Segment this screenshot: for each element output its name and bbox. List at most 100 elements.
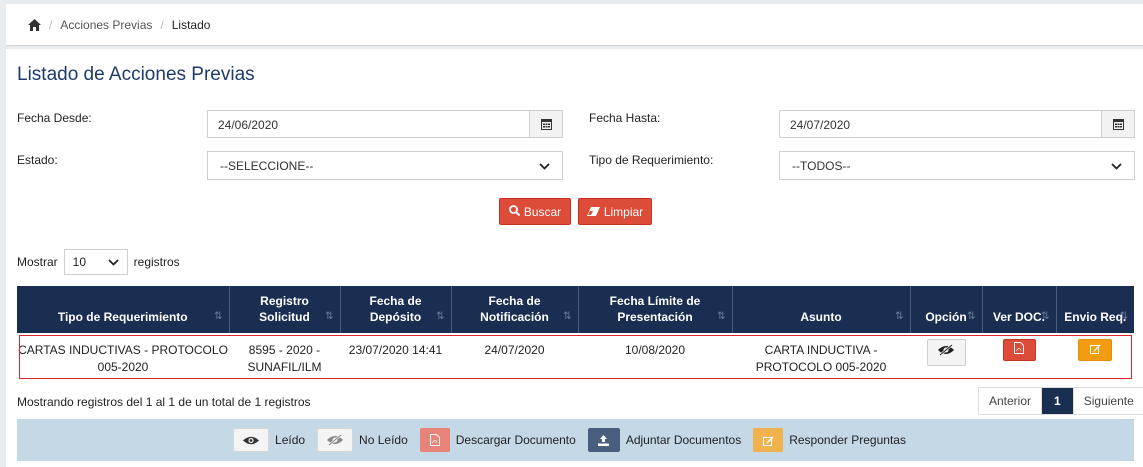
buscar-label: Buscar [523, 204, 562, 219]
eye-slash-icon [937, 344, 955, 361]
sort-icon: ⇅ [325, 311, 334, 322]
acciones-table: Tipo de Requerimiento ⇅ Registro Solicitu… [17, 286, 1134, 381]
eye-icon [233, 428, 270, 452]
breadcrumb-item-acciones[interactable]: Acciones Previas [60, 18, 152, 32]
registros-label: registros [133, 255, 180, 269]
col-tipo-requerimiento[interactable]: Tipo de Requerimiento ⇅ [17, 286, 230, 333]
responder-preguntas-button[interactable] [1078, 339, 1112, 361]
main-panel: Listado de Acciones Previas Fecha Desde:… [6, 49, 1143, 467]
pagination-prev[interactable]: Anterior [979, 388, 1043, 414]
sort-icon: ⇅ [436, 311, 445, 322]
header-label: Registro Solicitud [259, 294, 310, 324]
tipo-requerimiento-select[interactable]: --TODOS-- [779, 151, 1135, 180]
col-ver-doc[interactable]: Ver DOC. ⇅ [982, 286, 1057, 333]
table-row[interactable]: CARTAS INDUCTIVAS - PROTOCOLO 005-2020 8… [17, 333, 1134, 381]
chevron-down-icon [539, 159, 550, 173]
estado-select[interactable]: --SELECCIONE-- [207, 151, 563, 180]
legend-no-leido-label: No Leído [359, 433, 408, 447]
breadcrumb-item-listado: Listado [171, 17, 211, 32]
header-label: Opción [925, 310, 967, 324]
sort-icon: ⇅ [717, 311, 726, 322]
header-label: Fecha de Notificación [480, 294, 549, 324]
breadcrumb-bar: / Acciones Previas / Listado [6, 4, 1143, 46]
page-title: Listado de Acciones Previas [17, 64, 255, 85]
eye-slash-icon [317, 428, 354, 452]
estado-value: --SELECCIONE-- [220, 158, 314, 173]
col-asunto[interactable]: Asunto ⇅ [732, 286, 911, 333]
page-length-control: Mostrar 10 registros [17, 249, 180, 275]
fecha-hasta-value[interactable]: 24/07/2020 [780, 111, 1101, 137]
pdf-icon [419, 428, 450, 452]
legend-no-leido: No Leído [317, 428, 408, 452]
sort-icon: ⇅ [563, 311, 572, 322]
legend-adjuntar-label: Adjuntar Documentos [625, 433, 742, 447]
edit-icon [753, 428, 784, 452]
chevron-down-icon [1111, 159, 1122, 173]
col-fecha-limite[interactable]: Fecha Límite de Presentación ⇅ [578, 286, 733, 333]
calendar-icon[interactable] [529, 111, 562, 137]
edit-icon [1089, 342, 1101, 359]
home-icon[interactable] [28, 18, 41, 31]
header-label: Ver DOC. [992, 310, 1046, 324]
col-fecha-deposito[interactable]: Fecha de Depósito ⇅ [340, 286, 452, 333]
legend-leido-label: Leído [275, 433, 306, 447]
no-leido-button[interactable] [926, 339, 966, 366]
col-fecha-notificacion[interactable]: Fecha de Notificación ⇅ [451, 286, 579, 333]
page-length-value: 10 [72, 255, 87, 269]
estado-label: Estado: [17, 153, 58, 167]
breadcrumb-separator: / [49, 17, 53, 32]
buscar-button[interactable]: Buscar [499, 198, 571, 225]
cell-notificacion: 24/07/2020 [451, 333, 578, 381]
breadcrumb-separator: / [160, 17, 164, 32]
header-label: Envio Req. [1064, 310, 1127, 324]
cell-envio-req [1056, 333, 1134, 381]
sort-icon: ⇅ [895, 311, 904, 322]
col-opcion[interactable]: Opción ⇅ [910, 286, 983, 333]
header-label: Fecha Límite de Presentación [609, 294, 701, 324]
cell-limite: 10/08/2020 [578, 333, 732, 381]
cell-registro: 8595 - 2020 - SUNAFIL/ILM [229, 333, 340, 381]
cell-asunto: CARTA INDUCTIVA - PROTOCOLO 005-2020 [732, 333, 910, 381]
sort-icon: ⇅ [1041, 311, 1050, 322]
tipo-requerimiento-value: --TODOS-- [792, 158, 851, 173]
mostrar-label: Mostrar [17, 255, 58, 269]
cell-tipo: CARTAS INDUCTIVAS - PROTOCOLO 005-2020 [17, 333, 229, 381]
legend-adjuntar: Adjuntar Documentos [587, 428, 742, 452]
tipo-requerimiento-label: Tipo de Requerimiento: [589, 153, 714, 167]
icon-legend: Leído No Leído Descargar Documento Adjun… [17, 419, 1134, 461]
limpiar-button[interactable]: Limpiar [578, 198, 652, 225]
pagination-page-1[interactable]: 1 [1042, 388, 1074, 414]
header-label: Tipo de Requerimiento [57, 310, 188, 324]
table-info: Mostrando registros del 1 al 1 de un tot… [17, 395, 311, 409]
table-header-row: Tipo de Requerimiento ⇅ Registro Solicitu… [17, 286, 1134, 333]
cell-opcion [910, 333, 982, 381]
page-length-select[interactable]: 10 [63, 249, 128, 275]
search-icon [508, 204, 521, 219]
header-label: Asunto [800, 310, 842, 324]
col-registro-solicitud[interactable]: Registro Solicitud ⇅ [229, 286, 341, 333]
fecha-hasta-label: Fecha Hasta: [589, 111, 661, 125]
legend-leido: Leído [233, 428, 305, 452]
col-envio-req[interactable]: Envio Req. ⇅ [1056, 286, 1134, 333]
chevron-down-icon [108, 255, 119, 269]
upload-icon [587, 428, 620, 452]
cell-deposito: 23/07/2020 14:41 [340, 333, 451, 381]
legend-responder-label: Responder Preguntas [789, 433, 906, 447]
pdf-icon [1014, 341, 1024, 359]
fecha-desde-value[interactable]: 24/06/2020 [208, 111, 529, 137]
sort-icon: ⇅ [1119, 311, 1128, 322]
pagination: Anterior 1 Siguiente [978, 387, 1143, 415]
calendar-icon[interactable] [1101, 111, 1134, 137]
header-label: Fecha de Depósito [369, 294, 422, 324]
eraser-icon [586, 205, 600, 219]
sort-icon: ⇅ [214, 311, 223, 322]
fecha-hasta-field[interactable]: 24/07/2020 [779, 110, 1135, 138]
breadcrumb: / Acciones Previas / Listado [28, 18, 210, 32]
fecha-desde-field[interactable]: 24/06/2020 [207, 110, 563, 138]
fecha-desde-label: Fecha Desde: [17, 111, 92, 125]
limpiar-label: Limpiar [603, 204, 644, 219]
pagination-next[interactable]: Siguiente [1074, 388, 1143, 414]
legend-descargar: Descargar Documento [419, 428, 576, 452]
legend-responder: Responder Preguntas [753, 428, 906, 452]
descargar-documento-button[interactable] [1002, 339, 1036, 361]
